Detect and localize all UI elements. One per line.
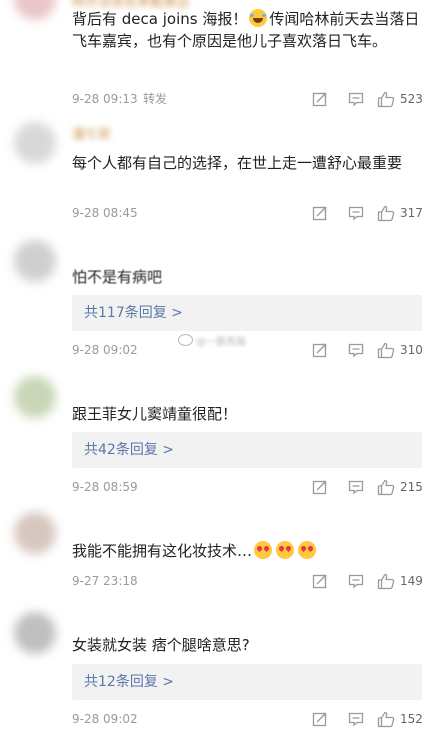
share-icon[interactable]: [312, 342, 328, 358]
comment-time: 9-27 23:18: [72, 574, 138, 588]
comment-time: 9-28 09:02: [72, 343, 138, 357]
avatar[interactable]: [14, 376, 56, 418]
reply-thread[interactable]: 共42条回复 >: [72, 432, 422, 468]
like-icon[interactable]: [377, 342, 395, 359]
like-icon[interactable]: [377, 91, 395, 108]
comment-icon[interactable]: [348, 711, 364, 727]
share-icon[interactable]: [312, 205, 328, 221]
like-icon[interactable]: [377, 205, 395, 222]
comment-meta: 9-28 09:02 310: [72, 341, 424, 359]
comment-text-content: 我能不能拥有这化妆技术…: [72, 542, 253, 560]
comment-text: 背后有 deca joins 海报！ 传闻哈林前天去当落日飞车嘉宾，也有个原因是他…: [72, 8, 424, 52]
avatar[interactable]: [14, 122, 56, 164]
heart-eyes-emoji-icon: [254, 541, 273, 559]
comment-text: 怕不是有病吧: [72, 268, 163, 286]
comment-text: 跟王菲女儿窦靖童很配！: [72, 405, 238, 423]
comment-meta: 9-28 09:13 转发 523: [72, 90, 424, 108]
avatar[interactable]: [14, 512, 56, 554]
weibo-logo-icon: [178, 334, 193, 346]
laugh-emoji-icon: [249, 9, 268, 27]
like-icon[interactable]: [377, 573, 395, 590]
avatar[interactable]: [14, 0, 56, 20]
comment-icon[interactable]: [348, 342, 364, 358]
view-replies-link[interactable]: 共12条回复 >: [84, 673, 174, 691]
comment-text: 我能不能拥有这化妆技术…: [72, 540, 424, 562]
avatar[interactable]: [14, 612, 56, 654]
comment-text-start: 背后有 deca joins 海报！: [72, 10, 248, 28]
comment-icon[interactable]: [348, 205, 364, 221]
like-count: 523: [400, 92, 423, 106]
watermark: @一臉馬猫: [178, 334, 246, 349]
comment-icon[interactable]: [348, 91, 364, 107]
watermark-text: @一臉馬猫: [196, 337, 246, 348]
heart-eyes-emoji-icon: [298, 541, 317, 559]
heart-eyes-emoji-icon: [276, 541, 295, 559]
like-count: 152: [400, 712, 423, 726]
share-icon[interactable]: [312, 573, 328, 589]
comment-meta: 9-28 08:45 317: [72, 204, 424, 222]
share-icon[interactable]: [312, 711, 328, 727]
like-count: 215: [400, 480, 423, 494]
comment-meta: 9-28 09:02 152: [72, 710, 424, 728]
comment-meta: 9-28 08:59 215: [72, 478, 424, 496]
repost-label[interactable]: 转发: [143, 90, 167, 108]
comment-time: 9-28 09:02: [72, 712, 138, 726]
like-icon[interactable]: [377, 711, 395, 728]
comment-meta: 9-27 23:18 149: [72, 572, 424, 590]
share-icon[interactable]: [312, 91, 328, 107]
commenter-name[interactable]: 温七安: [72, 128, 111, 142]
reply-thread[interactable]: 共12条回复 >: [72, 664, 422, 700]
view-replies-link[interactable]: 共117条回复 >: [84, 304, 183, 322]
comment-icon[interactable]: [348, 479, 364, 495]
comment-text: 女装就女装 痞个腿啥意思?: [72, 636, 250, 654]
like-count: 149: [400, 574, 423, 588]
comment-time: 9-28 08:45: [72, 206, 138, 220]
comment-text: 每个人都有自己的选择，在世上走一遭舒心最重要: [72, 154, 403, 172]
like-icon[interactable]: [377, 479, 395, 496]
reply-thread[interactable]: 共117条回复 >: [72, 295, 422, 331]
like-count: 317: [400, 206, 423, 220]
comment-time: 9-28 08:59: [72, 480, 138, 494]
view-replies-link[interactable]: 共42条回复 >: [84, 441, 174, 459]
comment-icon[interactable]: [348, 573, 364, 589]
like-count: 310: [400, 343, 423, 357]
comment-time: 9-28 09:13: [72, 92, 138, 106]
avatar[interactable]: [14, 240, 56, 282]
share-icon[interactable]: [312, 479, 328, 495]
